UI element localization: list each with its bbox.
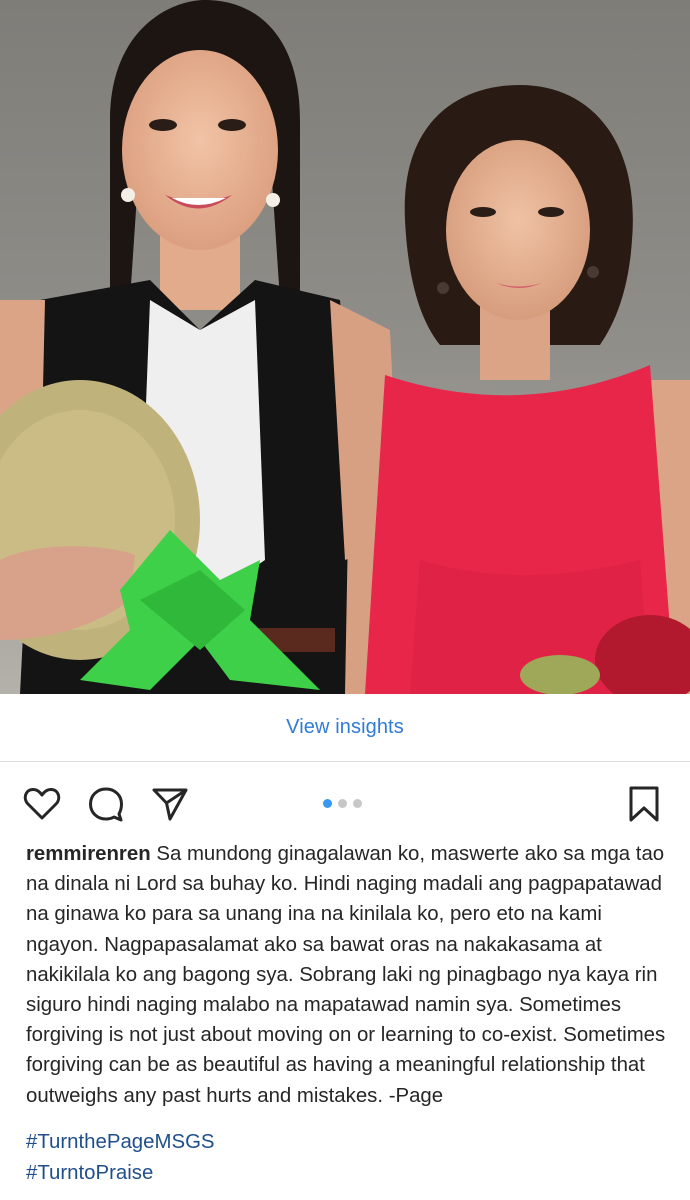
post-photo[interactable] — [0, 0, 690, 694]
hashtag-list: #TurnthePageMSGS #TurntoPraise — [26, 1127, 215, 1189]
comment-icon[interactable] — [86, 784, 126, 824]
carousel-dot — [353, 799, 362, 808]
post-caption: remmirenren Sa mundong ginagalawan ko, m… — [26, 839, 676, 1111]
caption-username[interactable]: remmirenren — [26, 843, 151, 865]
view-insights-link[interactable]: View insights — [286, 716, 404, 739]
caption-text: Sa mundong ginagalawan ko, maswerte ako … — [26, 843, 666, 1107]
hashtag-link[interactable]: #TurntoPraise — [26, 1158, 215, 1189]
heart-icon[interactable] — [22, 784, 62, 824]
bookmark-icon[interactable] — [624, 784, 664, 824]
carousel-indicator — [323, 799, 362, 808]
insights-bar: View insights — [0, 694, 690, 762]
send-icon[interactable] — [150, 784, 190, 824]
post-action-bar — [0, 770, 690, 830]
carousel-dot — [338, 799, 347, 808]
hashtag-link[interactable]: #TurnthePageMSGS — [26, 1127, 215, 1158]
carousel-dot-active — [323, 799, 332, 808]
photo-image — [0, 0, 690, 694]
